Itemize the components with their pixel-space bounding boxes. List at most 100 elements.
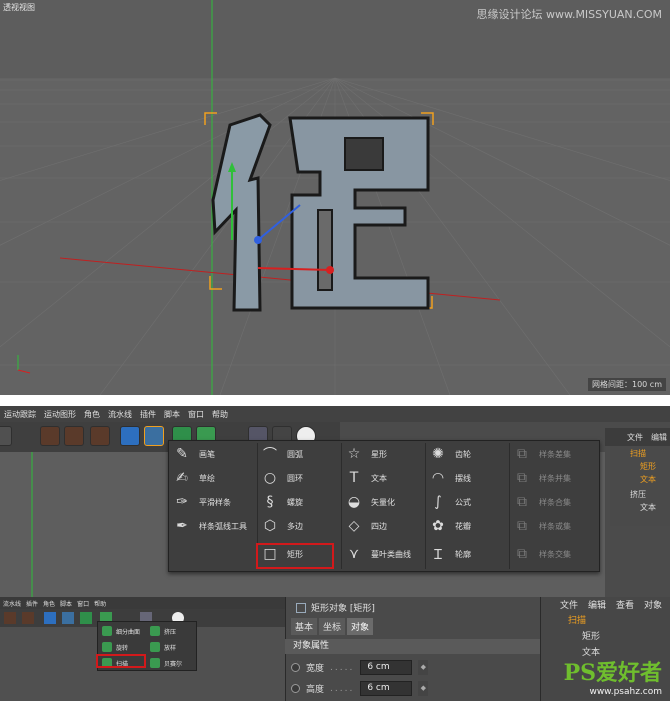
- render-settings-icon[interactable]: [90, 426, 110, 446]
- width-stepper[interactable]: ◆: [418, 660, 429, 675]
- width-animate-radio[interactable]: [291, 663, 300, 672]
- height-input[interactable]: 6 cm: [360, 681, 413, 696]
- tree-item-extrude[interactable]: 挤压: [630, 489, 646, 501]
- menu-item[interactable]: 运动跟踪: [4, 409, 36, 420]
- height-animate-radio[interactable]: [291, 684, 300, 693]
- popup-item-profile[interactable]: Ɪ 轮廓: [429, 543, 471, 565]
- mini-item-extrude[interactable]: 挤压: [150, 626, 176, 636]
- extrude-icon: [150, 626, 160, 636]
- arc-tool-icon: ✒: [176, 518, 188, 534]
- popup-item-pen[interactable]: ✎ 画笔: [173, 443, 215, 465]
- object-properties-section: 对象属性: [285, 639, 540, 654]
- popup-item-spline-and[interactable]: ⧉ 样条合集: [513, 491, 571, 513]
- popup-item-flower[interactable]: ✿ 花瓣: [429, 515, 471, 537]
- om-row-sweep[interactable]: 扫描: [568, 614, 586, 628]
- popup-item-smooth-spline[interactable]: ✑ 平滑样条: [173, 491, 231, 513]
- popup-item-circle[interactable]: ○ 圆环: [261, 467, 303, 489]
- spline-union-icon: ⧉: [517, 470, 527, 486]
- grid-spacing-label: 网格间距：100 cm: [587, 378, 666, 391]
- tree-item-rect[interactable]: 矩形: [640, 461, 656, 473]
- popup-item-sketch[interactable]: ✍ 草绘: [173, 467, 215, 489]
- tab-file[interactable]: 文件: [627, 432, 643, 443]
- popup-item-helix[interactable]: § 螺旋: [261, 491, 304, 513]
- tree-item-text[interactable]: 文本: [640, 474, 656, 486]
- object-manager-tabs: 文件 编辑 查看 对象: [560, 598, 662, 611]
- width-input[interactable]: 6 cm: [360, 660, 413, 675]
- tab-object[interactable]: 对象: [347, 618, 374, 635]
- mini-menu-item[interactable]: 流水线: [3, 599, 21, 608]
- spline-subtract-icon: ⧉: [517, 446, 527, 462]
- tree-item-sweep[interactable]: 扫描: [630, 448, 646, 460]
- popup-item-spline-arc-tool[interactable]: ✒ 样条弧线工具: [173, 515, 247, 537]
- pen-tool-icon[interactable]: [144, 426, 164, 446]
- popup-item-4side[interactable]: ◇ 四边: [345, 515, 387, 537]
- render-icon[interactable]: [64, 426, 84, 446]
- popup-item-spline-union[interactable]: ⧉ 样条并集: [513, 467, 571, 489]
- popup-item-text[interactable]: T 文本: [345, 467, 387, 489]
- lathe-icon: [102, 642, 112, 652]
- tool-button[interactable]: [0, 426, 12, 446]
- menu-item[interactable]: 窗口: [188, 409, 204, 420]
- popup-item-spline-or[interactable]: ⧉ 样条或集: [513, 515, 571, 537]
- popup-item-spline-subtract[interactable]: ⧉ 样条差集: [513, 443, 571, 465]
- column-divider: [425, 443, 426, 569]
- mini-menu-item[interactable]: 脚本: [60, 599, 72, 608]
- tab-edit[interactable]: 编辑: [651, 432, 667, 443]
- polygon-icon: ⬡: [263, 518, 277, 534]
- height-stepper[interactable]: ◆: [418, 681, 429, 696]
- mini-menu-item[interactable]: 角色: [43, 599, 55, 608]
- spline-or-icon: ⧉: [517, 518, 527, 534]
- om-tab-view[interactable]: 查看: [616, 598, 634, 611]
- menu-item[interactable]: 插件: [140, 409, 156, 420]
- four-side-icon: ◇: [348, 518, 360, 534]
- menu-item[interactable]: 脚本: [164, 409, 180, 420]
- width-field-row: 宽度 ..... 6 cm ◆: [291, 660, 429, 675]
- tree-item-text2[interactable]: 文本: [640, 502, 656, 514]
- menu-item[interactable]: 角色: [84, 409, 100, 420]
- om-row-rectangle[interactable]: 矩形: [582, 630, 600, 644]
- popup-item-polygon[interactable]: ⬡ 多边: [261, 515, 303, 537]
- flower-icon: ✿: [432, 518, 444, 534]
- circle-icon: ○: [263, 470, 277, 486]
- mini-menu-item[interactable]: 插件: [26, 599, 38, 608]
- formula-icon: ∫: [434, 494, 442, 510]
- spline-popup-menu: ✎ 画笔 ✍ 草绘 ✑ 平滑样条 ✒ 样条弧线工具 ⌒ 圆弧 ○ 圆环 § 螺旋 ⬡ 多边 □ 矩…: [168, 440, 600, 572]
- spline-and-icon: ⧉: [517, 494, 527, 510]
- menu-item[interactable]: 流水线: [108, 409, 132, 420]
- mini-item-loft[interactable]: 放样: [150, 642, 176, 652]
- column-divider: [341, 443, 342, 569]
- popup-item-arc[interactable]: ⌒ 圆弧: [261, 443, 303, 465]
- mini-menu-item[interactable]: 窗口: [77, 599, 89, 608]
- popup-item-star[interactable]: ☆ 星形: [345, 443, 387, 465]
- viewport[interactable]: 透视视图 思缘设计论坛 www.MISSYUAN.COM 网格间距：100 cm: [0, 0, 670, 395]
- mini-item-lathe[interactable]: 旋转: [102, 642, 128, 652]
- popup-item-cissoid[interactable]: ⋎ 蔓叶类曲线: [345, 543, 411, 565]
- om-tab-object[interactable]: 对象: [644, 598, 662, 611]
- popup-item-cogwheel[interactable]: ✺ 齿轮: [429, 443, 471, 465]
- cube-icon[interactable]: [120, 426, 140, 446]
- subdivision-icon: [102, 626, 112, 636]
- object-tree-top: 扫描 矩形 文本 挤压 文本: [610, 446, 670, 526]
- render-view-icon[interactable]: [40, 426, 60, 446]
- tab-coord[interactable]: 坐标: [319, 618, 346, 635]
- mini-item-bezier[interactable]: 贝赛尔: [150, 658, 182, 668]
- cogwheel-icon: ✺: [432, 446, 444, 462]
- popup-item-spline-intersect[interactable]: ⧉ 样条交集: [513, 543, 571, 565]
- mini-menu-item[interactable]: 帮助: [94, 599, 106, 608]
- om-tab-file[interactable]: 文件: [560, 598, 578, 611]
- sweep-highlight-box: [96, 654, 146, 668]
- menu-item[interactable]: 帮助: [212, 409, 228, 420]
- attributes-tabs: 基本 坐标 对象: [291, 618, 374, 635]
- rectangle-object-icon: [296, 602, 306, 613]
- menu-item[interactable]: 运动图形: [44, 409, 76, 420]
- popup-item-formula[interactable]: ∫ 公式: [429, 491, 471, 513]
- tab-basic[interactable]: 基本: [291, 618, 318, 635]
- popup-item-cycloid[interactable]: ◠ 摆线: [429, 467, 471, 489]
- viewport-scene: [0, 0, 670, 395]
- pen-icon: ✎: [176, 446, 188, 462]
- popup-item-vectorizer[interactable]: ◒ 矢量化: [345, 491, 395, 513]
- om-tab-edit[interactable]: 编辑: [588, 598, 606, 611]
- loft-icon: [150, 642, 160, 652]
- object-panel-header: 文件 编辑: [605, 428, 670, 446]
- mini-item-subdivision[interactable]: 细分曲面: [102, 626, 140, 636]
